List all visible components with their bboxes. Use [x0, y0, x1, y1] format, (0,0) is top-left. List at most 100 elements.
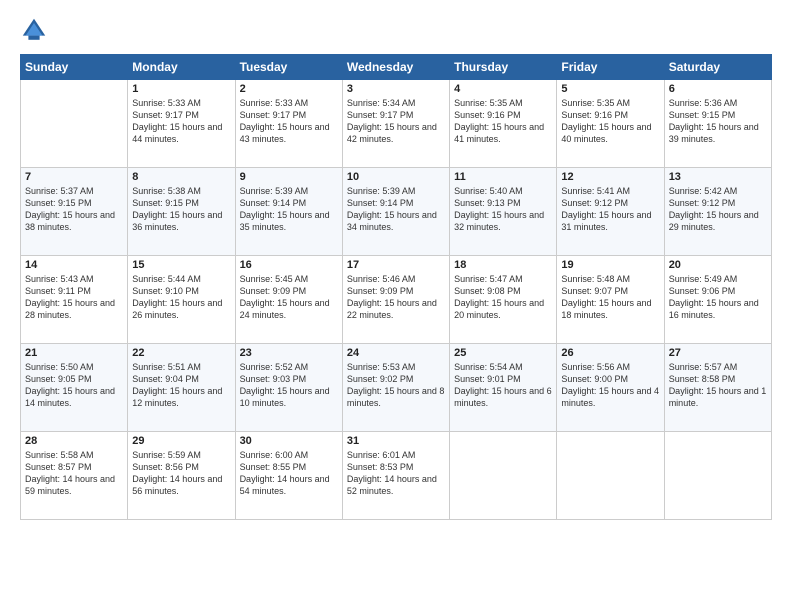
daylight-text: Daylight: 15 hours and 12 minutes.: [132, 386, 222, 408]
cell-info: Sunrise: 5:33 AM Sunset: 9:17 PM Dayligh…: [132, 97, 230, 146]
sunset-text: Sunset: 9:16 PM: [454, 110, 521, 120]
sunrise-text: Sunrise: 5:45 AM: [240, 274, 309, 284]
sunrise-text: Sunrise: 5:50 AM: [25, 362, 94, 372]
day-number: 24: [347, 347, 445, 359]
sunrise-text: Sunrise: 5:51 AM: [132, 362, 201, 372]
day-number: 14: [25, 259, 123, 271]
cell-info: Sunrise: 5:57 AM Sunset: 8:58 PM Dayligh…: [669, 361, 767, 410]
cell-info: Sunrise: 5:52 AM Sunset: 9:03 PM Dayligh…: [240, 361, 338, 410]
daylight-text: Daylight: 15 hours and 10 minutes.: [240, 386, 330, 408]
day-number: 13: [669, 171, 767, 183]
calendar-cell: 10 Sunrise: 5:39 AM Sunset: 9:14 PM Dayl…: [342, 168, 449, 256]
sunrise-text: Sunrise: 5:56 AM: [561, 362, 630, 372]
calendar-cell: 22 Sunrise: 5:51 AM Sunset: 9:04 PM Dayl…: [128, 344, 235, 432]
daylight-text: Daylight: 15 hours and 28 minutes.: [25, 298, 115, 320]
calendar-week-row: 7 Sunrise: 5:37 AM Sunset: 9:15 PM Dayli…: [21, 168, 772, 256]
cell-info: Sunrise: 5:51 AM Sunset: 9:04 PM Dayligh…: [132, 361, 230, 410]
day-number: 3: [347, 83, 445, 95]
sunset-text: Sunset: 8:56 PM: [132, 462, 199, 472]
calendar-cell: [557, 432, 664, 520]
sunset-text: Sunset: 9:03 PM: [240, 374, 307, 384]
sunrise-text: Sunrise: 5:36 AM: [669, 98, 738, 108]
cell-info: Sunrise: 5:42 AM Sunset: 9:12 PM Dayligh…: [669, 185, 767, 234]
sunrise-text: Sunrise: 6:00 AM: [240, 450, 309, 460]
sunrise-text: Sunrise: 5:47 AM: [454, 274, 523, 284]
day-number: 6: [669, 83, 767, 95]
sunset-text: Sunset: 9:14 PM: [240, 198, 307, 208]
sunrise-text: Sunrise: 5:37 AM: [25, 186, 94, 196]
sunrise-text: Sunrise: 5:39 AM: [347, 186, 416, 196]
day-number: 29: [132, 435, 230, 447]
sunrise-text: Sunrise: 5:54 AM: [454, 362, 523, 372]
calendar-cell: 23 Sunrise: 5:52 AM Sunset: 9:03 PM Dayl…: [235, 344, 342, 432]
sunrise-text: Sunrise: 5:59 AM: [132, 450, 201, 460]
calendar-cell: 7 Sunrise: 5:37 AM Sunset: 9:15 PM Dayli…: [21, 168, 128, 256]
cell-info: Sunrise: 5:39 AM Sunset: 9:14 PM Dayligh…: [347, 185, 445, 234]
cell-info: Sunrise: 6:01 AM Sunset: 8:53 PM Dayligh…: [347, 449, 445, 498]
sunrise-text: Sunrise: 5:35 AM: [454, 98, 523, 108]
cell-info: Sunrise: 5:37 AM Sunset: 9:15 PM Dayligh…: [25, 185, 123, 234]
page: SundayMondayTuesdayWednesdayThursdayFrid…: [0, 0, 792, 612]
sunset-text: Sunset: 9:11 PM: [25, 286, 91, 296]
calendar-week-row: 28 Sunrise: 5:58 AM Sunset: 8:57 PM Dayl…: [21, 432, 772, 520]
sunrise-text: Sunrise: 6:01 AM: [347, 450, 416, 460]
calendar-cell: 3 Sunrise: 5:34 AM Sunset: 9:17 PM Dayli…: [342, 80, 449, 168]
calendar-cell: 17 Sunrise: 5:46 AM Sunset: 9:09 PM Dayl…: [342, 256, 449, 344]
day-number: 30: [240, 435, 338, 447]
daylight-text: Daylight: 15 hours and 22 minutes.: [347, 298, 437, 320]
calendar-cell: 8 Sunrise: 5:38 AM Sunset: 9:15 PM Dayli…: [128, 168, 235, 256]
sunrise-text: Sunrise: 5:40 AM: [454, 186, 523, 196]
day-number: 31: [347, 435, 445, 447]
sunset-text: Sunset: 9:02 PM: [347, 374, 414, 384]
sunset-text: Sunset: 9:14 PM: [347, 198, 414, 208]
sunset-text: Sunset: 8:57 PM: [25, 462, 92, 472]
sunset-text: Sunset: 9:09 PM: [347, 286, 414, 296]
sunset-text: Sunset: 9:12 PM: [561, 198, 628, 208]
cell-info: Sunrise: 5:41 AM Sunset: 9:12 PM Dayligh…: [561, 185, 659, 234]
calendar-cell: 27 Sunrise: 5:57 AM Sunset: 8:58 PM Dayl…: [664, 344, 771, 432]
cell-info: Sunrise: 5:49 AM Sunset: 9:06 PM Dayligh…: [669, 273, 767, 322]
calendar-cell: 26 Sunrise: 5:56 AM Sunset: 9:00 PM Dayl…: [557, 344, 664, 432]
daylight-text: Daylight: 15 hours and 44 minutes.: [132, 122, 222, 144]
calendar-cell: 16 Sunrise: 5:45 AM Sunset: 9:09 PM Dayl…: [235, 256, 342, 344]
daylight-text: Daylight: 15 hours and 20 minutes.: [454, 298, 544, 320]
cell-info: Sunrise: 5:38 AM Sunset: 9:15 PM Dayligh…: [132, 185, 230, 234]
calendar-cell: 2 Sunrise: 5:33 AM Sunset: 9:17 PM Dayli…: [235, 80, 342, 168]
day-number: 1: [132, 83, 230, 95]
header-cell: Monday: [128, 55, 235, 80]
header: [20, 16, 772, 44]
sunset-text: Sunset: 9:17 PM: [240, 110, 307, 120]
daylight-text: Daylight: 15 hours and 1 minute.: [669, 386, 767, 408]
sunrise-text: Sunrise: 5:53 AM: [347, 362, 416, 372]
calendar-week-row: 14 Sunrise: 5:43 AM Sunset: 9:11 PM Dayl…: [21, 256, 772, 344]
cell-info: Sunrise: 5:56 AM Sunset: 9:00 PM Dayligh…: [561, 361, 659, 410]
cell-info: Sunrise: 5:35 AM Sunset: 9:16 PM Dayligh…: [561, 97, 659, 146]
sunset-text: Sunset: 9:15 PM: [25, 198, 92, 208]
daylight-text: Daylight: 15 hours and 26 minutes.: [132, 298, 222, 320]
sunset-text: Sunset: 9:10 PM: [132, 286, 199, 296]
sunset-text: Sunset: 9:13 PM: [454, 198, 521, 208]
cell-info: Sunrise: 5:35 AM Sunset: 9:16 PM Dayligh…: [454, 97, 552, 146]
sunrise-text: Sunrise: 5:49 AM: [669, 274, 738, 284]
sunrise-text: Sunrise: 5:48 AM: [561, 274, 630, 284]
day-number: 17: [347, 259, 445, 271]
calendar-cell: 14 Sunrise: 5:43 AM Sunset: 9:11 PM Dayl…: [21, 256, 128, 344]
cell-info: Sunrise: 5:59 AM Sunset: 8:56 PM Dayligh…: [132, 449, 230, 498]
calendar-cell: 21 Sunrise: 5:50 AM Sunset: 9:05 PM Dayl…: [21, 344, 128, 432]
calendar-cell: 13 Sunrise: 5:42 AM Sunset: 9:12 PM Dayl…: [664, 168, 771, 256]
sunset-text: Sunset: 9:00 PM: [561, 374, 628, 384]
daylight-text: Daylight: 14 hours and 54 minutes.: [240, 474, 330, 496]
sunrise-text: Sunrise: 5:35 AM: [561, 98, 630, 108]
day-number: 4: [454, 83, 552, 95]
cell-info: Sunrise: 5:58 AM Sunset: 8:57 PM Dayligh…: [25, 449, 123, 498]
sunset-text: Sunset: 9:06 PM: [669, 286, 736, 296]
daylight-text: Daylight: 15 hours and 31 minutes.: [561, 210, 651, 232]
day-number: 8: [132, 171, 230, 183]
daylight-text: Daylight: 15 hours and 6 minutes.: [454, 386, 552, 408]
daylight-text: Daylight: 14 hours and 59 minutes.: [25, 474, 115, 496]
day-number: 21: [25, 347, 123, 359]
sunset-text: Sunset: 9:12 PM: [669, 198, 736, 208]
calendar-cell: [664, 432, 771, 520]
calendar-cell: 1 Sunrise: 5:33 AM Sunset: 9:17 PM Dayli…: [128, 80, 235, 168]
cell-info: Sunrise: 5:39 AM Sunset: 9:14 PM Dayligh…: [240, 185, 338, 234]
